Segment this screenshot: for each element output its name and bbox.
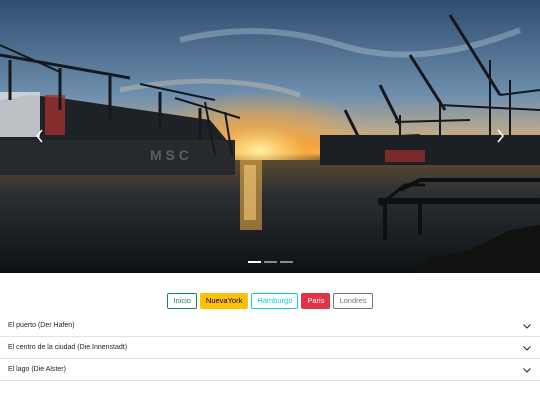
londres-button[interactable]: Londres (333, 293, 373, 309)
image-carousel: M S C (0, 0, 540, 273)
city-button-group: Inicio NuevaYork Hamburgo Paris Londres (0, 293, 540, 309)
accordion-item-centro[interactable]: El centro de la ciudad (Die Innenstadt) (0, 337, 540, 359)
carousel-indicator[interactable] (263, 261, 277, 263)
accordion: El puerto (Der Hafen) El centro de la ci… (0, 315, 540, 381)
carousel-indicators (0, 261, 540, 263)
inicio-button[interactable]: Inicio (167, 293, 197, 309)
carousel-prev-button[interactable] (26, 118, 54, 154)
nuevayork-button[interactable]: NuevaYork (199, 293, 249, 309)
carousel-indicator[interactable] (247, 261, 261, 263)
chevron-down-icon (523, 323, 531, 329)
accordion-title: El centro de la ciudad (Die Innenstadt) (8, 344, 128, 351)
chevron-down-icon (523, 367, 531, 373)
carousel-indicator[interactable] (279, 261, 293, 263)
accordion-title: El puerto (Der Hafen) (8, 322, 75, 329)
hamburgo-button[interactable]: Hamburgo (251, 293, 299, 309)
chevron-left-icon (36, 129, 43, 143)
accordion-title: El lago (Die Alster) (8, 366, 66, 373)
accordion-item-lago[interactable]: El lago (Die Alster) (0, 359, 540, 381)
carousel-next-button[interactable] (486, 118, 514, 154)
chevron-right-icon (497, 129, 504, 143)
svg-text:M S C: M S C (150, 147, 189, 163)
chevron-down-icon (523, 345, 531, 351)
carousel-image: M S C (0, 0, 540, 273)
paris-button[interactable]: Paris (301, 293, 331, 309)
accordion-item-puerto[interactable]: El puerto (Der Hafen) (0, 315, 540, 337)
